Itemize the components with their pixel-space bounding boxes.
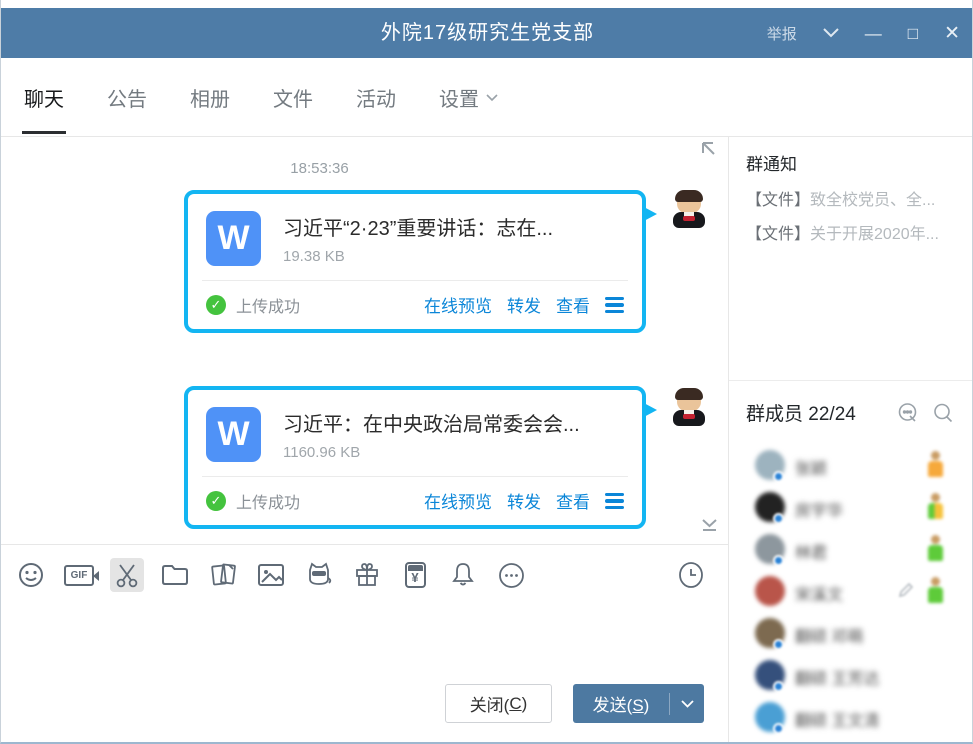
shared-documents-icon[interactable] xyxy=(206,558,240,592)
chevron-down-icon xyxy=(486,94,498,102)
group-side-panel: 群通知 【文件】致全校党员、全... 【文件】关于开展2020年... 群成员 … xyxy=(728,137,973,744)
member-name: 翻硕 邓萌 xyxy=(795,623,863,647)
group-notice-item[interactable]: 【文件】致全校党员、全... xyxy=(746,186,966,210)
file-message-card[interactable]: W 习近平：在中央政治局常委会会... 1160.96 KB ✓ 上传成功 在线… xyxy=(184,386,646,529)
send-file-folder-icon[interactable] xyxy=(158,558,192,592)
file-size: 19.38 KB xyxy=(283,248,553,265)
upload-status-text: 上传成功 xyxy=(236,293,300,317)
mobile-badge-icon xyxy=(773,555,784,566)
mobile-badge-icon xyxy=(773,723,784,734)
tab-chat[interactable]: 聊天 xyxy=(24,83,64,112)
file-message-card[interactable]: W 习近平“2·23”重要讲话：志在... 19.38 KB ✓ 上传成功 在线… xyxy=(184,190,646,333)
word-file-icon: W xyxy=(206,407,261,462)
group-chat-window: 外院17级研究生党支部 举报 — □ ✕ 聊天 公告 相册 文件 活动 设置 xyxy=(0,0,973,744)
member-row[interactable]: 宋溪文 xyxy=(729,571,973,613)
tab-files[interactable]: 文件 xyxy=(273,83,313,112)
mobile-status-icon xyxy=(927,535,943,563)
forward-link[interactable]: 转发 xyxy=(507,488,541,513)
doutu-meme-icon[interactable] xyxy=(302,558,336,592)
file-title: 习近平“2·23”重要讲话：志在... xyxy=(283,212,553,241)
mobile-badge-icon xyxy=(773,471,784,482)
scroll-to-bottom-icon[interactable] xyxy=(701,518,718,538)
tab-settings-label: 设置 xyxy=(439,83,479,112)
chevron-down-icon[interactable] xyxy=(823,28,839,38)
edit-pencil-icon xyxy=(897,581,915,604)
message-timestamp: 18:53:36 xyxy=(1,160,638,177)
member-name: 翻硕 王文清 xyxy=(795,707,879,731)
notification-bell-icon[interactable] xyxy=(446,558,480,592)
view-link[interactable]: 查看 xyxy=(556,488,590,513)
member-row[interactable]: 翻硕 王文清 xyxy=(729,697,973,739)
send-options-dropdown[interactable] xyxy=(670,700,704,708)
tab-announcement[interactable]: 公告 xyxy=(107,83,147,112)
member-name: 房宇华 xyxy=(795,497,843,521)
file-size: 1160.96 KB xyxy=(283,444,580,461)
emoji-icon[interactable] xyxy=(14,558,48,592)
minimize-button[interactable]: — xyxy=(865,25,882,42)
send-image-icon[interactable] xyxy=(254,558,288,592)
mobile-badge-icon xyxy=(773,513,784,524)
file-menu-icon[interactable] xyxy=(605,296,624,314)
gif-hot-image-icon[interactable]: GIF xyxy=(62,558,96,592)
tab-activity[interactable]: 活动 xyxy=(356,83,396,112)
member-name: 林君 xyxy=(795,539,827,563)
word-file-icon: W xyxy=(206,211,261,266)
chat-message-area: 18:53:36 W 习近平“2·23”重要讲话：志在... 19.38 KB … xyxy=(1,137,728,545)
member-row[interactable]: 林君 xyxy=(729,529,973,571)
online-preview-link[interactable]: 在线预览 xyxy=(424,292,492,317)
success-check-icon: ✓ xyxy=(206,295,226,315)
message-history-clock-icon[interactable] xyxy=(674,558,708,592)
mobile-badge-icon xyxy=(773,681,784,692)
close-chat-button[interactable]: 关闭(C) xyxy=(445,684,552,723)
screenshot-scissors-icon[interactable] xyxy=(110,558,144,592)
bubble-tail xyxy=(642,206,657,222)
mobile-badge-icon xyxy=(773,639,784,650)
view-link[interactable]: 查看 xyxy=(556,292,590,317)
mobile-status-icon xyxy=(927,493,943,521)
message-input[interactable] xyxy=(1,604,728,680)
member-name: 宋溪文 xyxy=(795,581,843,605)
success-check-icon: ✓ xyxy=(206,491,226,511)
member-row[interactable]: 房宇华 xyxy=(729,487,973,529)
member-avatar xyxy=(755,576,785,606)
tab-bar: 聊天 公告 相册 文件 活动 设置 xyxy=(1,58,973,137)
panel-divider xyxy=(729,380,973,381)
close-button[interactable]: ✕ xyxy=(944,24,960,43)
anonymous-chat-icon[interactable] xyxy=(897,402,919,429)
tab-settings[interactable]: 设置 xyxy=(439,83,498,112)
member-name: 翻硕 王芳达 xyxy=(795,665,879,689)
member-name: 张颖 xyxy=(795,455,827,479)
member-row[interactable]: 翻硕 王芳达 xyxy=(729,655,973,697)
mobile-status-icon xyxy=(927,577,943,605)
send-button[interactable]: 发送(S) xyxy=(573,684,704,723)
title-bar[interactable]: 外院17级研究生党支部 举报 — □ ✕ xyxy=(1,8,973,58)
member-row[interactable]: 翻硕 邓萌 xyxy=(729,613,973,655)
report-button[interactable]: 举报 xyxy=(767,23,797,44)
maximize-button[interactable]: □ xyxy=(908,25,918,42)
file-menu-icon[interactable] xyxy=(605,492,624,510)
mobile-status-icon xyxy=(927,451,943,479)
group-members-title: 群成员 22/24 xyxy=(746,399,856,426)
transfer-money-icon[interactable]: ¥ xyxy=(398,558,432,592)
tab-album[interactable]: 相册 xyxy=(190,83,230,112)
member-count: 22/24 xyxy=(808,404,856,425)
sender-avatar[interactable] xyxy=(669,388,709,428)
gift-icon[interactable] xyxy=(350,558,384,592)
forward-link[interactable]: 转发 xyxy=(507,292,541,317)
search-member-icon[interactable] xyxy=(932,402,954,429)
upload-status-text: 上传成功 xyxy=(236,489,300,513)
input-toolbar: GIF ¥ xyxy=(1,546,728,604)
more-tools-icon[interactable] xyxy=(494,558,528,592)
file-title: 习近平：在中央政治局常委会会... xyxy=(283,408,580,437)
member-row[interactable]: 张颖 xyxy=(729,445,973,487)
online-preview-link[interactable]: 在线预览 xyxy=(424,488,492,513)
collapse-panel-icon[interactable] xyxy=(701,141,718,163)
group-notice-item[interactable]: 【文件】关于开展2020年... xyxy=(746,220,966,244)
group-notice-title: 群通知 xyxy=(746,150,797,175)
bubble-tail xyxy=(642,402,657,418)
sender-avatar[interactable] xyxy=(669,190,709,230)
